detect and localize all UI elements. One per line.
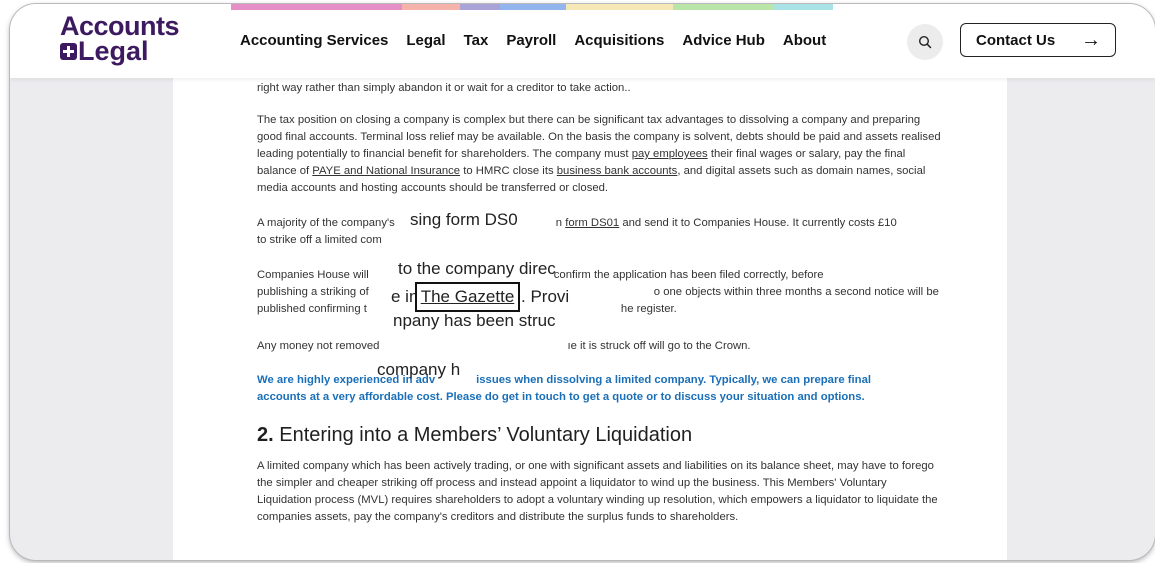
nav-legal[interactable]: Legal xyxy=(406,32,445,49)
link-paye-ni[interactable]: PAYE and National Insurance xyxy=(312,165,460,177)
link-form-ds01[interactable]: form DS01 xyxy=(565,217,619,229)
zoom-text-company-h: company h xyxy=(377,360,461,379)
main-nav: Accounting Services Legal Tax Payroll Ac… xyxy=(240,32,826,49)
contact-us-label: Contact Us xyxy=(976,31,1056,49)
nav-about[interactable]: About xyxy=(783,32,826,49)
paragraph-mvl: A limited company which has been activel… xyxy=(257,460,938,523)
browser-frame: Accounts Legal Accounting Services Legal… xyxy=(10,4,1155,560)
paragraph-crown: Any money not removed ıe it is struck off… xyxy=(257,340,751,352)
plus-icon xyxy=(60,42,77,60)
color-bar xyxy=(231,4,833,10)
nav-accounting-services[interactable]: Accounting Services xyxy=(240,32,388,49)
nav-payroll[interactable]: Payroll xyxy=(506,32,556,49)
paragraph-cta: We are highly experienced in adv issues w… xyxy=(257,374,871,403)
nav-tax[interactable]: Tax xyxy=(464,32,489,49)
logo[interactable]: Accounts Legal xyxy=(60,11,180,66)
zoom-text-form-ds0: sing form DS0 xyxy=(410,210,518,229)
nav-advice-hub[interactable]: Advice Hub xyxy=(682,32,765,49)
zoom-text-company-struck: npany has been struc xyxy=(393,311,556,330)
search-button[interactable] xyxy=(907,24,943,60)
link-pay-employees[interactable]: pay employees xyxy=(632,148,708,160)
site-header: Accounts Legal Accounting Services Legal… xyxy=(10,4,1155,78)
paragraph-companies-house: Companies House will confirm the applicat… xyxy=(257,269,939,315)
search-icon xyxy=(918,35,932,49)
zoom-text-company-direc: to the company direc xyxy=(398,259,556,278)
paragraph-intro: right way rather than simply abandon it … xyxy=(257,82,631,94)
arrow-right-icon: → xyxy=(1081,28,1101,51)
section-heading-mvl: 2. Entering into a Members’ Voluntary Li… xyxy=(257,424,693,446)
gazette-highlight-box: The Gazette xyxy=(415,282,520,312)
contact-us-button[interactable]: Contact Us → xyxy=(960,23,1116,57)
article-content: right way rather than simply abandon it … xyxy=(173,4,1007,560)
logo-line1: Accounts xyxy=(60,11,180,41)
logo-line2: Legal xyxy=(78,36,149,66)
paragraph-ds01: A majority of the company's n form DS01 a… xyxy=(257,217,897,246)
nav-acquisitions[interactable]: Acquisitions xyxy=(574,32,664,49)
link-the-gazette[interactable]: The Gazette xyxy=(421,287,515,307)
paragraph-tax-position: The tax position on closing a company is… xyxy=(257,114,941,194)
zoom-text-provi: . Provi xyxy=(521,287,570,306)
link-business-bank-accounts[interactable]: business bank accounts xyxy=(557,165,678,177)
